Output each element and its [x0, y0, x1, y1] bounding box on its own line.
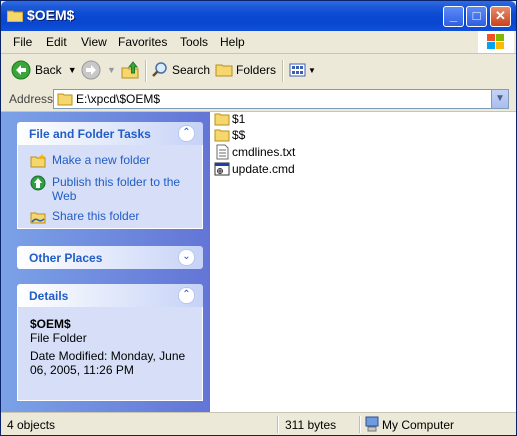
- make-new-folder-link[interactable]: Make a new folder: [18, 153, 202, 169]
- panel-title: File and Folder Tasks: [29, 127, 151, 141]
- file-folder-tasks-header[interactable]: File and Folder Tasks ⌃: [17, 122, 203, 145]
- back-arrow-icon: [11, 60, 31, 80]
- windows-logo-icon: [478, 31, 514, 53]
- menu-edit[interactable]: Edit: [46, 35, 67, 49]
- window-title: $OEM$: [27, 7, 75, 23]
- menu-help[interactable]: Help: [220, 35, 245, 49]
- publish-web-icon: [30, 175, 46, 191]
- other-places-panel: Other Places ⌄: [17, 246, 203, 269]
- menu-favorites[interactable]: Favorites: [118, 35, 167, 49]
- back-button[interactable]: Back ▼: [11, 59, 77, 81]
- new-folder-icon: [30, 154, 46, 168]
- chevron-down-icon[interactable]: ▼: [107, 65, 116, 75]
- details-name: $OEM$: [30, 317, 71, 331]
- file-folder-tasks-panel: File and Folder Tasks ⌃ Make a new folde…: [17, 122, 203, 229]
- publish-folder-link[interactable]: Publish this folder to the Web: [18, 175, 202, 203]
- expand-icon[interactable]: ⌄: [178, 249, 195, 266]
- folders-icon: [215, 64, 233, 77]
- panel-title: Other Places: [29, 251, 103, 265]
- details-modified: Date Modified: Monday, June 06, 2005, 11…: [30, 349, 186, 377]
- folders-button[interactable]: Folders: [215, 59, 276, 81]
- address-dropdown-button[interactable]: ▼: [491, 90, 508, 108]
- cmd-file-icon: [214, 162, 230, 176]
- folder-icon: [57, 93, 73, 106]
- share-folder-link[interactable]: Share this folder: [18, 209, 202, 225]
- location: My Computer: [382, 418, 455, 432]
- search-button[interactable]: Search: [151, 59, 210, 81]
- address-label: Address: [9, 92, 54, 106]
- title-bar[interactable]: $OEM$ _ □ ✕: [1, 1, 516, 31]
- menu-bar: File Edit View Favorites Tools Help: [1, 31, 516, 54]
- views-button[interactable]: ▼: [289, 59, 316, 81]
- panel-title: Details: [29, 289, 69, 303]
- views-icon: [289, 63, 306, 77]
- status-bar: 4 objects 311 bytes My Computer: [1, 412, 516, 435]
- details-header[interactable]: Details ⌃: [17, 284, 203, 307]
- text-file-icon: [216, 144, 229, 160]
- search-icon: [152, 62, 167, 77]
- forward-button[interactable]: ▼: [81, 59, 116, 81]
- address-value: E:\xpcd\$OEM$: [76, 92, 161, 106]
- address-bar: Address E:\xpcd\$OEM$ ▼: [1, 87, 516, 112]
- folder-icon: [214, 113, 230, 126]
- chevron-down-icon[interactable]: ▼: [68, 65, 77, 75]
- task-pane: File and Folder Tasks ⌃ Make a new folde…: [1, 112, 210, 412]
- menu-view[interactable]: View: [81, 35, 107, 49]
- file-list: $1 $$ cmdlines.txt update.cmd: [210, 112, 516, 412]
- menu-file[interactable]: File: [13, 35, 32, 49]
- forward-arrow-icon: [81, 60, 101, 80]
- chevron-down-icon: ▼: [308, 65, 316, 75]
- address-input[interactable]: E:\xpcd\$OEM$ ▼: [53, 89, 509, 109]
- maximize-button[interactable]: □: [466, 6, 487, 27]
- other-places-header[interactable]: Other Places ⌄: [17, 246, 203, 269]
- details-type: File Folder: [30, 331, 87, 345]
- menu-tools[interactable]: Tools: [180, 35, 208, 49]
- collapse-icon[interactable]: ⌃: [178, 287, 195, 304]
- collapse-icon[interactable]: ⌃: [178, 125, 195, 142]
- folder-icon: [7, 10, 23, 22]
- file-item[interactable]: $$: [214, 126, 245, 144]
- explorer-window: $OEM$ _ □ ✕ File Edit View Favorites Too…: [0, 0, 517, 436]
- up-folder-icon: [121, 61, 139, 79]
- minimize-button[interactable]: _: [443, 6, 464, 27]
- up-folder-button[interactable]: [121, 59, 141, 81]
- details-panel: Details ⌃ $OEM$ File Folder Date Modifie…: [17, 284, 203, 401]
- toolbar: Back ▼ ▼ Search Folders ▼: [1, 54, 516, 88]
- file-item[interactable]: update.cmd: [214, 160, 295, 178]
- close-button[interactable]: ✕: [490, 6, 511, 27]
- share-folder-icon: [30, 212, 46, 224]
- file-item[interactable]: cmdlines.txt: [214, 143, 295, 161]
- folder-icon: [214, 129, 230, 142]
- total-size: 311 bytes: [285, 418, 337, 432]
- my-computer-icon: [365, 416, 379, 432]
- object-count: 4 objects: [7, 418, 56, 432]
